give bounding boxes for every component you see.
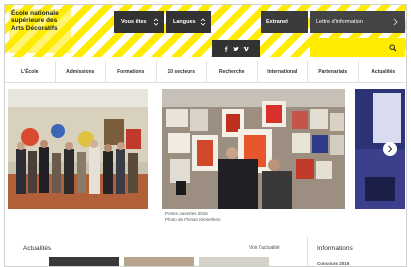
chevron-right-icon [388, 145, 393, 153]
nav-item-formations[interactable]: Formations [106, 61, 157, 82]
dropdown-label: Langues [173, 19, 196, 25]
extranet-link[interactable]: Extranet [261, 11, 308, 33]
search-icon[interactable] [389, 44, 397, 52]
crowd-photo-image [8, 89, 148, 209]
nav-item-secteurs[interactable]: 10 secteurs [157, 61, 207, 82]
carousel-photo-crowd[interactable] [8, 89, 148, 209]
section-divider [307, 237, 308, 266]
langues-dropdown[interactable]: Langues [166, 11, 211, 33]
news-thumbnails [49, 257, 269, 266]
social-links [212, 40, 260, 57]
image-carousel [5, 89, 406, 211]
nav-item-admissions[interactable]: Admissions [56, 61, 106, 82]
prints-photo-image [162, 89, 345, 209]
news-thumbnail[interactable] [49, 257, 119, 266]
vimeo-icon[interactable] [243, 46, 249, 52]
chevron-right-icon [393, 18, 398, 26]
carousel-photo-prints[interactable] [162, 89, 345, 209]
main-navigation: L'École Admissions Formations 10 secteur… [5, 61, 407, 83]
newsletter-label: Lettre d'information [316, 19, 363, 25]
chevron-updown-icon [153, 18, 159, 26]
carousel-photo-next[interactable] [355, 89, 405, 209]
info-subheading[interactable]: Concours 2016 [317, 261, 349, 266]
carousel-next-button[interactable] [383, 142, 397, 156]
info-heading: Informations [317, 245, 353, 252]
facebook-icon[interactable] [223, 46, 229, 52]
news-heading: Actualités [23, 245, 52, 252]
caption-line-2: Photo de Florian Kleinefenn [165, 217, 221, 222]
site-logo[interactable]: École nationale supérieure des Arts Déco… [11, 10, 71, 32]
browser-page: École nationale supérieure des Arts Déco… [4, 4, 407, 267]
news-thumbnail[interactable] [199, 257, 269, 266]
photo-caption: Portes ouvertes 2016 Photo de Florian Kl… [165, 211, 221, 223]
nav-item-actualites[interactable]: Actualités [359, 61, 407, 82]
search-bar[interactable] [310, 38, 405, 57]
chevron-updown-icon [200, 18, 206, 26]
site-header: École nationale supérieure des Arts Déco… [5, 5, 406, 57]
vous-etes-dropdown[interactable]: Vous êtes [114, 11, 164, 33]
twitter-icon[interactable] [233, 46, 239, 52]
nav-item-partenariats[interactable]: Partenariats [308, 61, 359, 82]
news-thumbnail[interactable] [124, 257, 194, 266]
newsletter-link[interactable]: Lettre d'information [310, 11, 405, 33]
next-photo-image [355, 89, 405, 209]
extranet-label: Extranet [266, 19, 289, 25]
dropdown-label: Vous êtes [121, 19, 147, 25]
nav-item-international[interactable]: International [258, 61, 308, 82]
nav-item-recherche[interactable]: Recherche [207, 61, 258, 82]
all-news-link[interactable]: Voir l'actualité [249, 245, 280, 251]
nav-item-ecole[interactable]: L'École [5, 61, 56, 82]
